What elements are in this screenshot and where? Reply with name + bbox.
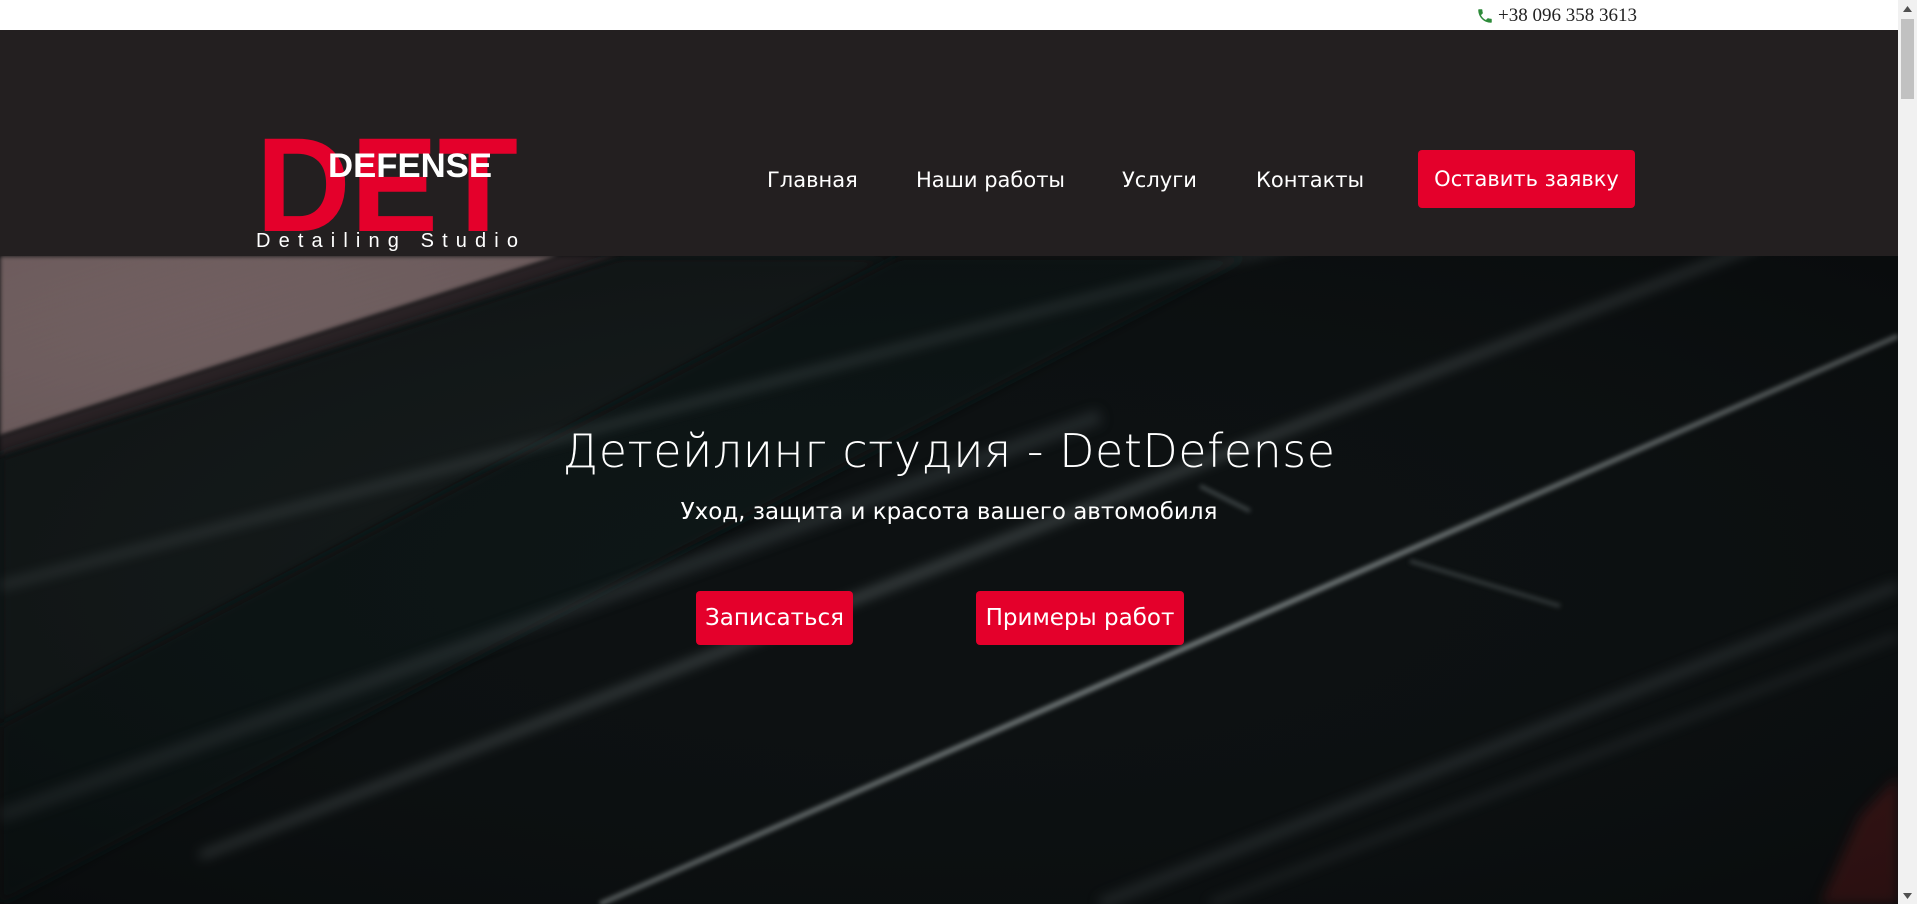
hero-section: Детейлинг студия - DetDefense Уход, защи… [0, 256, 1898, 904]
leave-request-button[interactable]: Оставить заявку [1418, 150, 1635, 208]
phone-number[interactable]: +38 096 358 3613 [1498, 5, 1637, 27]
hero-subtitle: Уход, защита и красота вашего автомобиля [680, 499, 1218, 525]
vertical-scrollbar[interactable] [1898, 0, 1917, 904]
nav-link-contacts[interactable]: Контакты [1256, 168, 1364, 192]
logo[interactable]: DET DEFENSE Detailing Studio [256, 83, 521, 260]
phone-link[interactable]: +38 096 358 3613 [1476, 5, 1637, 27]
page: +38 096 358 3613 DET DEFENSE Detailing S… [0, 0, 1898, 904]
site-header: DET DEFENSE Detailing Studio Главная Наш… [0, 30, 1898, 260]
sign-up-button[interactable]: Записаться [696, 591, 853, 645]
scroll-up-arrow-icon[interactable] [1898, 0, 1917, 17]
nav-link-services[interactable]: Услуги [1122, 168, 1197, 192]
bottom-edge [0, 904, 1917, 917]
scroll-thumb[interactable] [1901, 19, 1914, 99]
logo-graphic: DET DEFENSE Detailing Studio [256, 111, 518, 260]
examples-button[interactable]: Примеры работ [976, 591, 1184, 645]
phone-icon [1478, 9, 1492, 23]
nav-link-home[interactable]: Главная [767, 168, 858, 192]
hero-background-image [0, 256, 1898, 904]
nav-link-works[interactable]: Наши работы [916, 168, 1065, 192]
top-bar: +38 096 358 3613 [0, 0, 1898, 30]
scroll-down-arrow-icon[interactable] [1898, 887, 1917, 904]
hero-title: Детейлинг студия - DetDefense [562, 424, 1336, 478]
logo-word: DEFENSE [328, 147, 492, 185]
